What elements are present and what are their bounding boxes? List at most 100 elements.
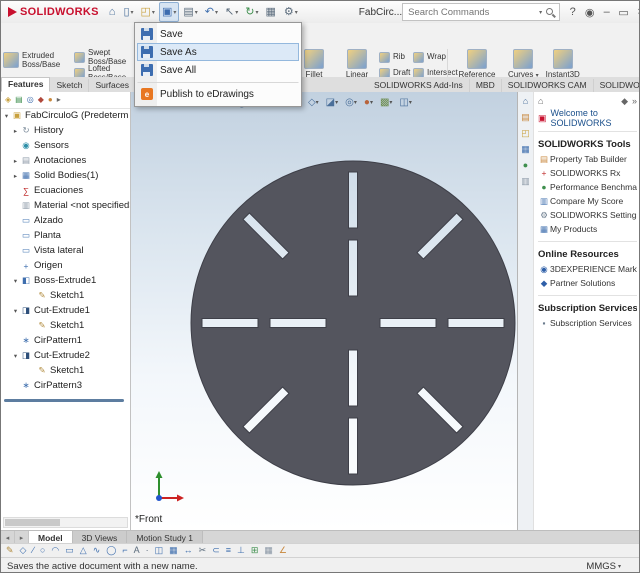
command-tab[interactable]: SOLIDWORKS CAM	[502, 79, 594, 92]
view-palette-icon[interactable]: ▦	[521, 145, 530, 154]
circular-slotted-part[interactable]	[190, 160, 516, 486]
tree-item[interactable]: ✎ Sketch1	[1, 288, 130, 303]
expand-arrow-icon[interactable]: ▸	[11, 157, 20, 165]
pin-icon[interactable]: ◆	[621, 96, 628, 107]
tree-item[interactable]: ▸ ▤ Anotaciones	[1, 153, 130, 168]
menu-item[interactable]: e Publish to eDrawings	[137, 82, 299, 104]
home-icon[interactable]: ⌂	[538, 96, 543, 106]
tree-item[interactable]: ▭ Vista lateral	[1, 243, 130, 258]
tree-item[interactable]: ▾ ◨ Cut-Extrude2	[1, 348, 130, 363]
view-orientation-icon[interactable]: ◇ ▾	[306, 95, 321, 110]
undo-icon[interactable]: ↶ ▾	[202, 2, 221, 22]
rebuild-icon[interactable]: ↻ ▾	[242, 2, 261, 22]
task-pane-row[interactable]: ⚙ SOLIDWORKS Settings Wizard	[538, 208, 637, 222]
horizontal-scrollbar[interactable]	[3, 517, 128, 528]
graphics-area[interactable]: ◯ ◱ ◀ ▾ ◧ ▾ ◇	[131, 92, 517, 530]
rectangle-icon[interactable]: ▭	[65, 546, 74, 555]
design-library-icon[interactable]: ▤	[521, 113, 530, 122]
menu-item[interactable]: Save	[137, 25, 299, 43]
arc-icon[interactable]: ◠	[51, 546, 59, 555]
dimxpertmanager-tab-icon[interactable]: ◆	[38, 96, 44, 104]
restore-icon[interactable]: ▭	[615, 3, 632, 21]
tree-item[interactable]: ▸ ▦ Solid Bodies(1)	[1, 168, 130, 183]
new-document-icon[interactable]: ▯ ▾	[120, 2, 136, 22]
line-icon[interactable]: ∕	[32, 546, 34, 555]
expand-arrow-icon[interactable]: ▾	[11, 307, 20, 315]
grid-icon[interactable]: ▦	[264, 546, 273, 555]
welcome-link[interactable]: ▣ Welcome to SOLIDWORKS	[538, 108, 637, 128]
select-icon[interactable]: ↖ ▾	[222, 2, 241, 22]
ribbon-button[interactable]: Rib	[379, 49, 413, 65]
tree-item[interactable]: + Origen	[1, 258, 130, 273]
tree-item[interactable]: ◉ Sensors	[1, 138, 130, 153]
file-properties-icon[interactable]: ▦	[262, 2, 279, 22]
collapse-pane-icon[interactable]: »	[632, 96, 637, 106]
help-icon[interactable]: ?	[564, 3, 581, 21]
task-pane-row[interactable]: ● Performance Benchmark Test	[538, 180, 637, 194]
command-tab[interactable]: SOLIDWORKS CAM TBM	[594, 79, 639, 92]
task-pane-row[interactable]: ◉ 3DEXPERIENCE Marketplace	[538, 262, 637, 276]
tree-item[interactable]: ▸ ↻ History	[1, 123, 130, 138]
appearances-scenes-icon[interactable]: ●	[523, 161, 528, 170]
rollback-bar[interactable]	[4, 399, 124, 402]
sketch-icon[interactable]: ✎	[6, 546, 14, 555]
tree-item[interactable]: ∗ CirPattern1	[1, 333, 130, 348]
search-scope-chevron-icon[interactable]: ▾	[539, 9, 542, 16]
command-tab[interactable]: SOLIDWORKS Add-Ins	[368, 79, 470, 92]
user-account-icon[interactable]: ◉	[581, 3, 598, 21]
spline-icon[interactable]: ∿	[93, 546, 101, 555]
save-icon[interactable]: ▣ ▾	[158, 2, 180, 22]
view-settings-icon[interactable]: ◫ ▾	[397, 95, 413, 110]
add-relation-icon[interactable]: ⊥	[237, 546, 245, 555]
displaymanager-tab-icon[interactable]: ●	[48, 96, 53, 104]
minimize-icon[interactable]: –	[598, 3, 615, 21]
tree-item[interactable]: ▭ Alzado	[1, 213, 130, 228]
file-explorer-icon[interactable]: ◰	[521, 129, 530, 138]
tree-item[interactable]: ▥ Material <not specified>	[1, 198, 130, 213]
search-input[interactable]	[406, 5, 537, 19]
configurationmanager-tab-icon[interactable]: ◎	[27, 96, 34, 104]
part-model[interactable]	[131, 92, 517, 530]
tree-item[interactable]: ✎ Sketch1	[1, 363, 130, 378]
featuremanager-tree-tab-icon[interactable]: ◈	[5, 96, 11, 104]
tree-item[interactable]: ▾ ◧ Boss-Extrude1	[1, 273, 130, 288]
snap-icon[interactable]: ⊞	[251, 546, 259, 555]
task-pane-row[interactable]: ▪ Subscription Services	[538, 316, 637, 330]
search-box[interactable]: ▾	[402, 3, 561, 21]
close-icon[interactable]: ×	[632, 3, 639, 21]
convert-entities-icon[interactable]: ⊂	[212, 546, 220, 555]
smart-dimension-icon[interactable]: ◇	[20, 546, 27, 555]
edit-appearance-icon[interactable]: ● ▾	[362, 95, 375, 110]
expand-arrow-icon[interactable]: ▾	[11, 277, 20, 285]
task-pane-row[interactable]: ▥ Compare My Score	[538, 194, 637, 208]
display-style-icon[interactable]: ◪ ▾	[324, 95, 340, 110]
task-pane-row[interactable]: Online Resources	[538, 241, 637, 262]
search-icon[interactable]	[545, 7, 556, 18]
mirror-entities-icon[interactable]: ◫	[155, 546, 164, 555]
custom-properties-icon[interactable]: ▥	[521, 177, 530, 186]
task-pane-row[interactable]: + SOLIDWORKS Rx	[538, 166, 637, 180]
ribbon-button[interactable]: Swept Boss/Base	[74, 48, 136, 66]
tree-item[interactable]: ✎ Sketch1	[1, 318, 130, 333]
ribbon-button[interactable]: Extruded Boss/Base	[3, 47, 73, 73]
unit-system-selector[interactable]: MMGS ▾	[586, 561, 621, 572]
point-icon[interactable]: ·	[146, 546, 149, 555]
ellipse-icon[interactable]: ◯	[106, 546, 116, 555]
print-icon[interactable]: ▤ ▾	[180, 2, 200, 22]
apply-scene-icon[interactable]: ▩ ▾	[378, 95, 394, 110]
offset-entities-icon[interactable]: ≡	[226, 546, 231, 555]
expand-arrow-icon[interactable]: ▾	[2, 112, 11, 120]
menu-item[interactable]: Save All	[137, 61, 299, 79]
sketch-fillet-icon[interactable]: ⌐	[122, 546, 127, 555]
tree-item[interactable]: ▭ Planta	[1, 228, 130, 243]
expand-arrow-icon[interactable]: ▸	[11, 172, 20, 180]
expand-arrow-icon[interactable]: ▾	[11, 352, 20, 360]
scrollbar-thumb[interactable]	[5, 519, 60, 526]
task-pane-row[interactable]: ▦ My Products	[538, 222, 637, 236]
expand-arrow-icon[interactable]: ▸	[11, 127, 20, 135]
task-pane-row[interactable]: Subscription Services	[538, 295, 637, 316]
tree-item[interactable]: ∗ CirPattern3	[1, 378, 130, 393]
tree-item[interactable]: ▾ ▣ FabCirculoG (Predeterm	[1, 108, 130, 123]
move-entities-icon[interactable]: ↔	[184, 546, 193, 555]
command-tab[interactable]: Sketch	[50, 79, 90, 92]
